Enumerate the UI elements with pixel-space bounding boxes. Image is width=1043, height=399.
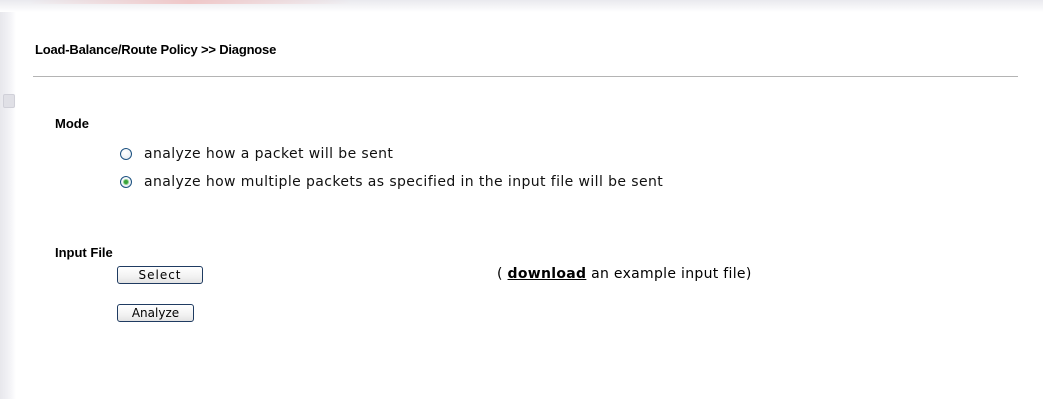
select-file-button[interactable]: Select xyxy=(117,266,203,284)
radio-single-packet[interactable] xyxy=(120,148,132,160)
title-divider xyxy=(33,76,1018,77)
download-note-suffix: an example input file) xyxy=(591,266,752,282)
left-frame-edge xyxy=(0,12,16,399)
download-example-note: ( download an example input file) xyxy=(497,266,752,282)
mode-option-single-packet-label: analyze how a packet will be sent xyxy=(144,146,394,162)
mode-section-label: Mode xyxy=(55,116,89,131)
page-title: Load-Balance/Route Policy >> Diagnose xyxy=(35,42,277,57)
download-note-prefix: ( xyxy=(497,266,503,282)
mode-option-single-packet[interactable]: analyze how a packet will be sent xyxy=(120,145,393,163)
analyze-button[interactable]: Analyze xyxy=(117,304,194,322)
mode-option-multiple-packets[interactable]: analyze how multiple packets as specifie… xyxy=(120,173,663,191)
window-top-accent xyxy=(30,0,350,4)
input-file-section-label: Input File xyxy=(55,245,113,260)
mode-option-multiple-packets-label: analyze how multiple packets as specifie… xyxy=(144,174,664,190)
frame-handle-icon[interactable] xyxy=(3,94,15,108)
radio-multiple-packets[interactable] xyxy=(120,176,132,188)
download-example-link[interactable]: download xyxy=(508,266,587,282)
